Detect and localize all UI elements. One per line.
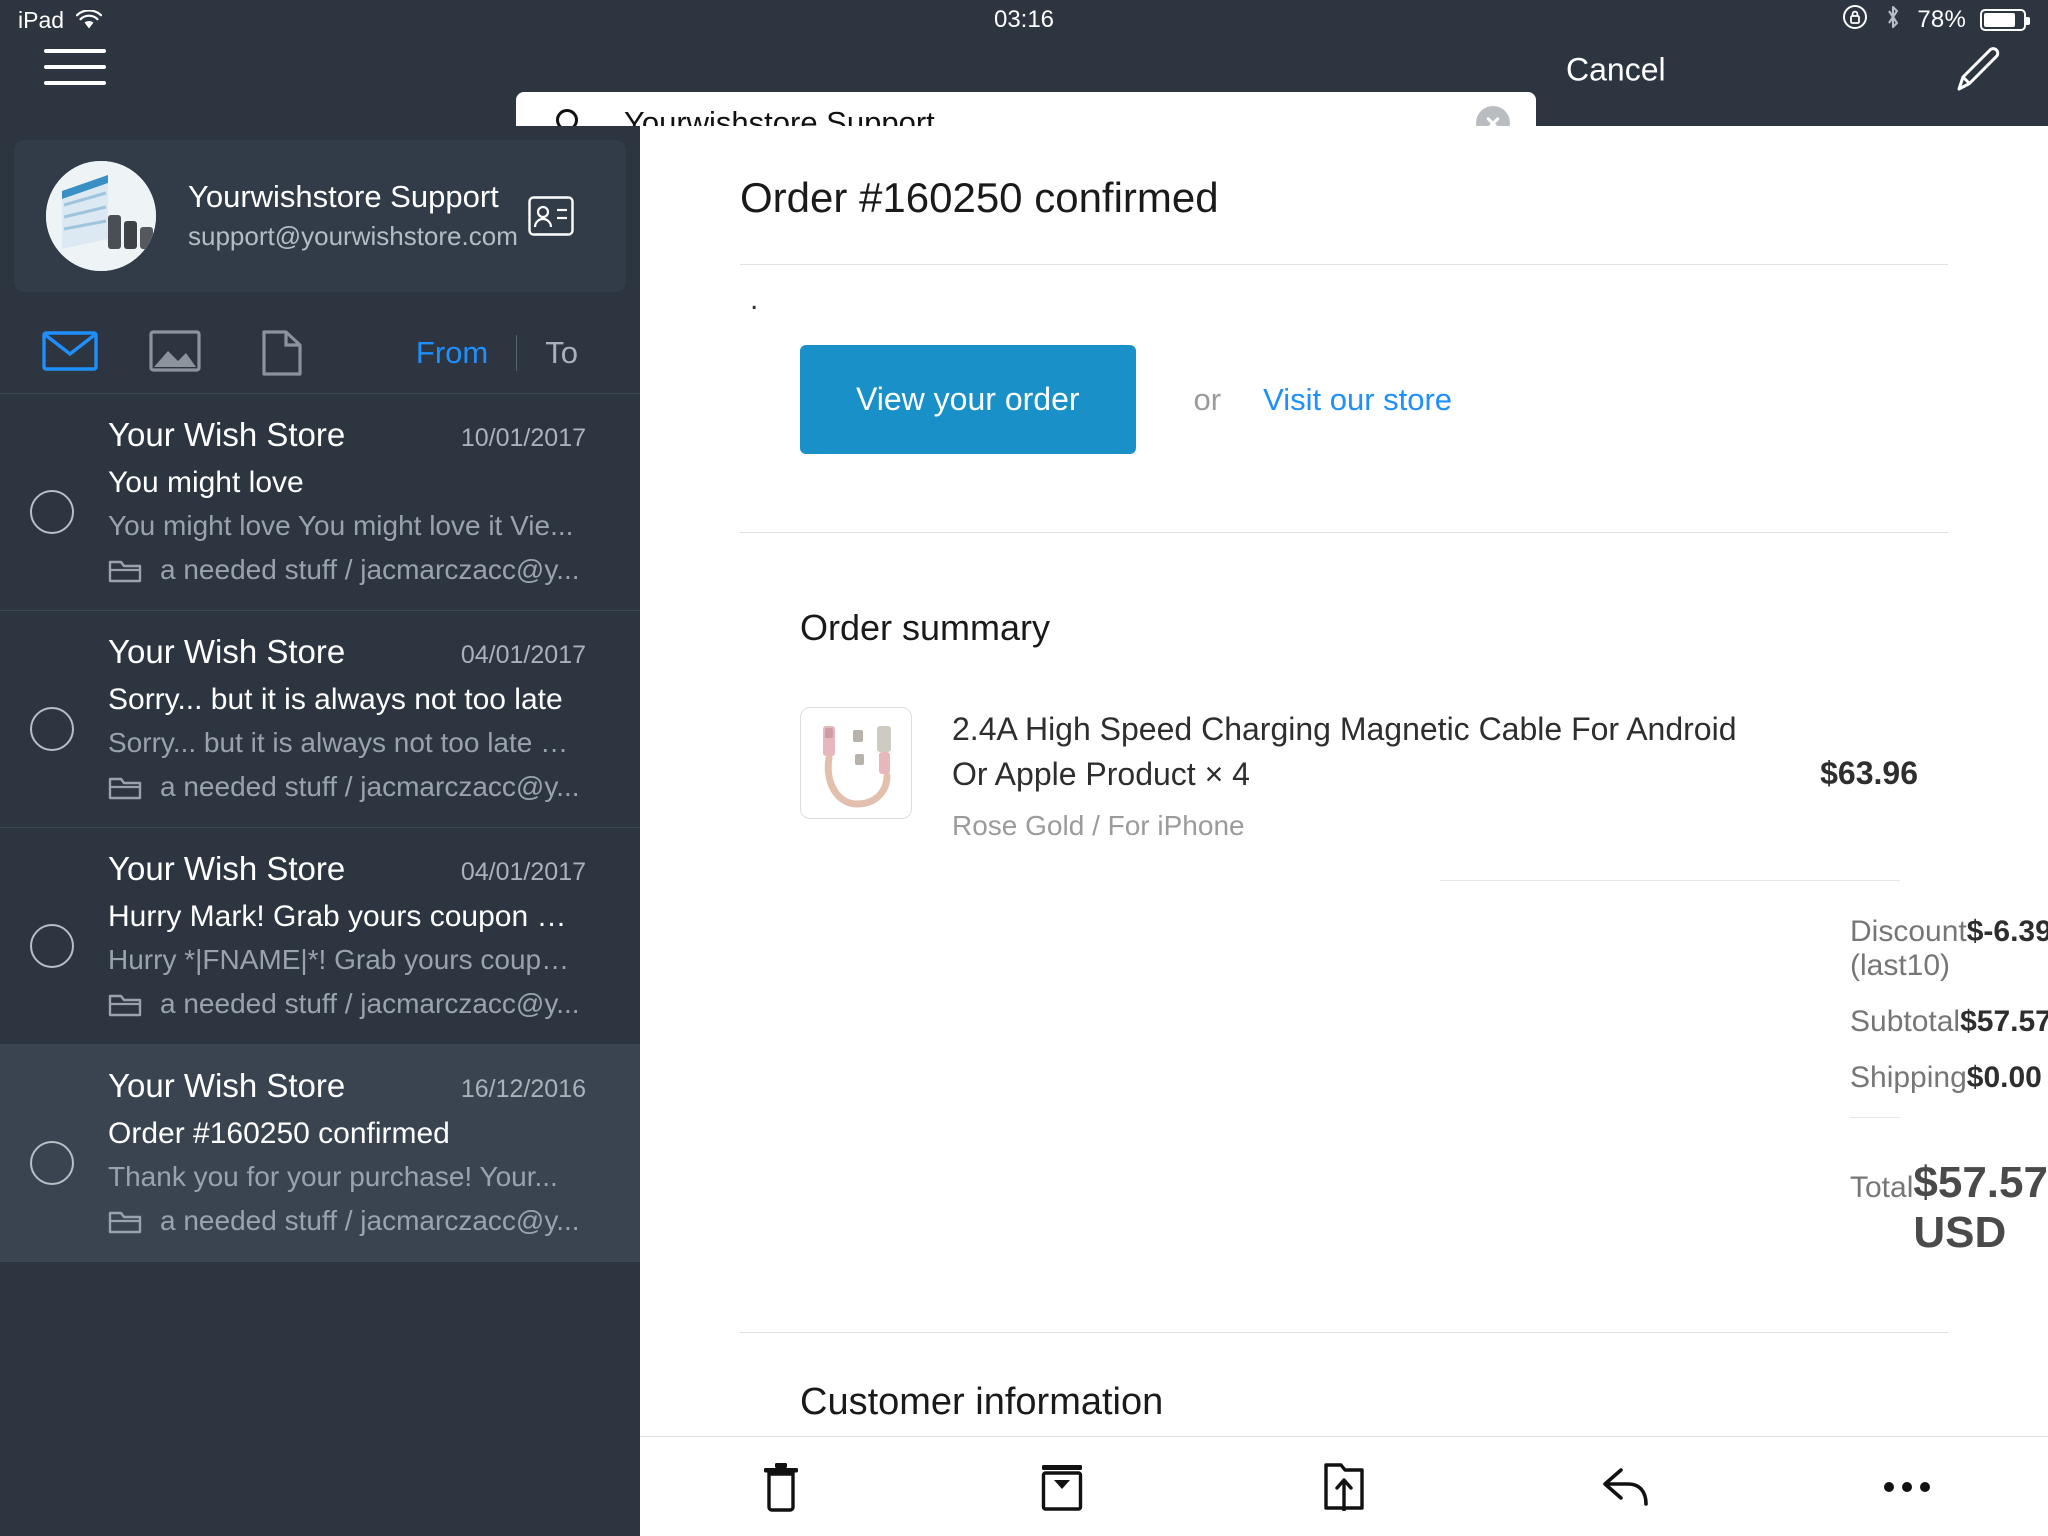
top-navigation-bar: Cancel bbox=[0, 40, 2048, 154]
message-subject: Hurry Mark! Grab yours coupon now bbox=[108, 900, 592, 933]
total-row: Shipping $0.00 bbox=[1850, 1061, 2042, 1095]
view-your-order-button[interactable]: View your order bbox=[800, 345, 1136, 454]
mail-sidebar: Yourwishstore Support support@yourwishst… bbox=[0, 126, 640, 1536]
message-subject: Order #160250 confirmed bbox=[108, 1117, 450, 1150]
message-sender: Your Wish Store bbox=[108, 416, 346, 453]
grand-total-value: $57.57 USD bbox=[1913, 1157, 2048, 1257]
folder-icon bbox=[108, 556, 142, 584]
product-price: $63.96 bbox=[1820, 755, 1918, 791]
grand-total-label: Total bbox=[1850, 1170, 1914, 1204]
compose-icon[interactable] bbox=[1952, 44, 2004, 96]
list-item[interactable]: Your Wish Store 04/01/2017 Hurry Mark! G… bbox=[0, 828, 640, 1045]
contact-card[interactable]: Yourwishstore Support support@yourwishst… bbox=[14, 140, 626, 292]
total-row: Subtotal $57.57 bbox=[1850, 1005, 2048, 1039]
photo-filter-icon[interactable] bbox=[148, 329, 204, 377]
total-row: Discount (last10) $-6.39 bbox=[1850, 915, 2048, 983]
message-date: 04/01/2017 bbox=[460, 858, 586, 886]
contact-card-icon[interactable] bbox=[528, 196, 574, 236]
message-action-toolbar bbox=[640, 1436, 2048, 1536]
product-thumbnail bbox=[800, 707, 912, 819]
message-date: 04/01/2017 bbox=[460, 641, 586, 669]
email-content-pane: Order #160250 confirmed . View your orde… bbox=[640, 126, 2048, 1436]
visit-our-store-link[interactable]: Visit our store bbox=[1263, 382, 1452, 418]
filter-to-button[interactable]: To bbox=[517, 335, 606, 371]
rotation-lock-icon bbox=[1841, 3, 1869, 37]
contact-text: Yourwishstore Support support@yourwishst… bbox=[188, 176, 518, 257]
message-folder: a needed stuff / jacmarczacc@y... bbox=[160, 1205, 580, 1236]
order-line-item: 2.4A High Speed Charging Magnetic Cable … bbox=[640, 649, 2048, 842]
reply-icon[interactable] bbox=[1598, 1459, 1654, 1515]
battery-percent: 78% bbox=[1917, 6, 1966, 33]
message-select-circle[interactable] bbox=[30, 1141, 74, 1185]
list-item[interactable]: Your Wish Store 04/01/2017 Sorry... but … bbox=[0, 611, 640, 828]
list-item[interactable]: Your Wish Store 10/01/2017 You might lov… bbox=[0, 394, 640, 611]
order-summary-heading: Order summary bbox=[800, 607, 1051, 648]
trash-icon[interactable] bbox=[753, 1459, 809, 1515]
message-select-circle[interactable] bbox=[30, 707, 74, 751]
message-preview: Sorry... but it is always not too late D… bbox=[108, 727, 584, 758]
customer-information-heading: Customer information bbox=[800, 1380, 1164, 1423]
clock: 03:16 bbox=[993, 6, 1055, 33]
mail-filter-icon[interactable] bbox=[42, 329, 98, 377]
folder-icon bbox=[108, 773, 142, 801]
ipad-mail-app: iPad 03:16 78% Yourwishstore Support Can… bbox=[0, 0, 2048, 1536]
more-options-icon[interactable] bbox=[1879, 1459, 1935, 1515]
contact-avatar bbox=[46, 161, 156, 271]
message-date: 10/01/2017 bbox=[460, 424, 586, 452]
bluetooth-icon bbox=[1883, 3, 1903, 37]
from-to-toggle: From To bbox=[388, 334, 606, 371]
product-name: 2.4A High Speed Charging Magnetic Cable … bbox=[952, 711, 1737, 793]
grand-total-row: Total $57.57 USD bbox=[640, 1118, 2048, 1258]
message-preview: You might love You might love it Vie... bbox=[108, 510, 574, 541]
message-subject: You might love bbox=[108, 466, 304, 499]
move-to-folder-icon[interactable] bbox=[1316, 1459, 1372, 1515]
total-value: $0.00 bbox=[1966, 1060, 2042, 1094]
message-select-circle[interactable] bbox=[30, 924, 74, 968]
totals-list: Discount (last10) $-6.39 Subtotal $57.57… bbox=[640, 881, 2048, 1095]
battery-icon bbox=[1980, 9, 2030, 31]
hamburger-menu-icon[interactable] bbox=[44, 49, 106, 91]
message-folder: a needed stuff / jacmarczacc@y... bbox=[160, 771, 580, 802]
status-bar-right: 78% bbox=[1841, 3, 2030, 37]
product-info: 2.4A High Speed Charging Magnetic Cable … bbox=[952, 707, 1820, 842]
message-date: 16/12/2016 bbox=[460, 1075, 586, 1103]
status-bar: iPad 03:16 78% bbox=[0, 0, 2048, 40]
message-sender: Your Wish Store bbox=[108, 1067, 346, 1104]
message-list: Your Wish Store 10/01/2017 You might lov… bbox=[0, 394, 640, 1262]
cta-row: View your order or Visit our store bbox=[640, 317, 2048, 454]
archive-icon[interactable] bbox=[1034, 1459, 1090, 1515]
email-intro-text: . bbox=[750, 283, 759, 316]
total-label: Discount (last10) bbox=[1850, 914, 1967, 982]
cta-or-label: or bbox=[1193, 381, 1222, 417]
page-title: Order #160250 confirmed bbox=[740, 174, 1219, 221]
contact-email: support@yourwishstore.com bbox=[188, 221, 518, 252]
contact-name: Yourwishstore Support bbox=[188, 178, 499, 214]
message-sender: Your Wish Store bbox=[108, 850, 346, 887]
total-label: Shipping bbox=[1850, 1060, 1967, 1094]
total-label: Subtotal bbox=[1850, 1004, 1961, 1038]
message-folder: a needed stuff / jacmarczacc@y... bbox=[160, 554, 580, 585]
total-value: $57.57 bbox=[1960, 1004, 2048, 1038]
document-filter-icon[interactable] bbox=[254, 329, 310, 377]
folder-icon bbox=[108, 1207, 142, 1235]
message-subject: Sorry... but it is always not too late bbox=[108, 683, 563, 716]
message-sender: Your Wish Store bbox=[108, 633, 346, 670]
filter-from-button[interactable]: From bbox=[388, 335, 516, 371]
message-folder: a needed stuff / jacmarczacc@y... bbox=[160, 988, 580, 1019]
message-select-circle[interactable] bbox=[30, 490, 74, 534]
product-variant: Rose Gold / For iPhone bbox=[952, 809, 1245, 841]
list-item-selected[interactable]: Your Wish Store 16/12/2016 Order #160250… bbox=[0, 1045, 640, 1262]
folder-icon bbox=[108, 990, 142, 1018]
filter-bar: From To bbox=[0, 312, 640, 394]
total-value: $-6.39 bbox=[1966, 914, 2048, 948]
cancel-button[interactable]: Cancel bbox=[1566, 52, 1666, 89]
message-preview: Hurry *|FNAME|*! Grab yours coupo... bbox=[108, 944, 581, 975]
message-preview: Thank you for your purchase! Your... bbox=[108, 1161, 558, 1192]
